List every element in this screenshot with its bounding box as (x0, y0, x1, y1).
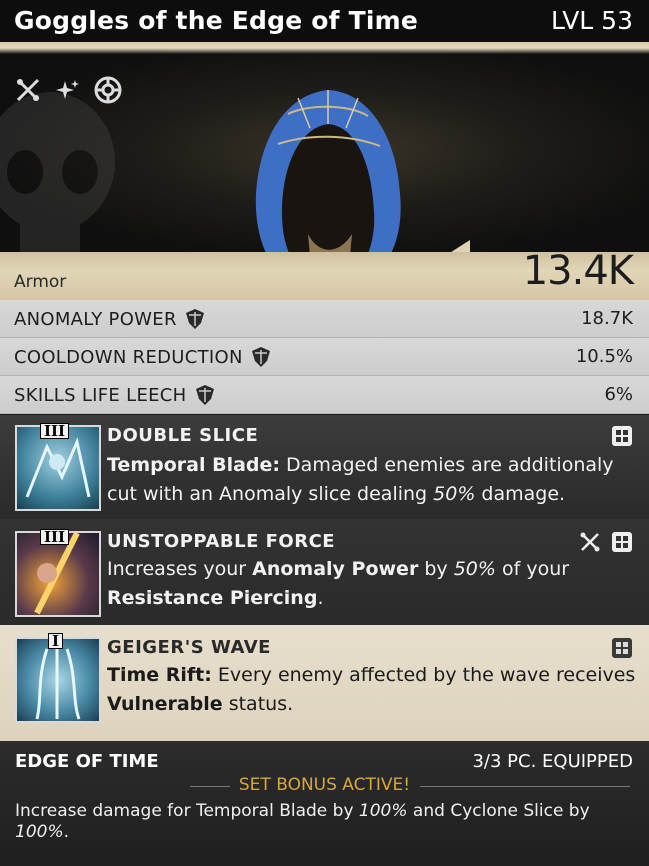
perk-tier: I (48, 633, 64, 649)
stat-value: 10.5% (575, 346, 633, 367)
grid-icon (612, 532, 632, 552)
stat-row: SKILLS LIFE LEECH 6% (0, 376, 649, 414)
perk-desc-emphasis: 50% (453, 558, 496, 580)
set-bonus-active: SET BONUS ACTIVE! (238, 775, 411, 795)
perk-desc-text: Increases your (107, 558, 253, 580)
crosshair-icon (94, 76, 122, 104)
perk-name: DOUBLE SLICE (107, 425, 259, 446)
set-desc-text: . (63, 822, 70, 842)
grid-icon (612, 426, 632, 446)
perk-unstoppable-force[interactable]: III UNSTOPPABLE FORCE Increases your Ano… (0, 519, 649, 625)
perk-desc-text: damage. (475, 483, 566, 505)
perk-description: Time Rift: Every enemy affected by the w… (107, 661, 637, 719)
perk-tier: III (40, 423, 70, 439)
perk-description: Increases your Anomaly Power by 50% of y… (107, 555, 637, 613)
stat-name: SKILLS LIFE LEECH (14, 384, 187, 406)
perk-desc-text: . (317, 587, 324, 609)
perk-tier: III (40, 529, 70, 545)
item-name: Goggles of the Edge of Time (14, 6, 419, 35)
stat-value: 6% (604, 384, 633, 405)
gem-shield-icon (185, 309, 204, 329)
perk-name: UNSTOPPABLE FORCE (107, 531, 336, 552)
gem-shield-icon (195, 385, 214, 405)
perk-desc-bold: Vulnerable (107, 693, 223, 715)
skull-watermark (0, 92, 115, 252)
perk-double-slice[interactable]: III DOUBLE SLICE Temporal Blade: Damaged… (0, 415, 649, 519)
set-bonus-description: Increase damage for Temporal Blade by 10… (15, 801, 635, 843)
divider (420, 786, 630, 787)
armor-label: Armor (14, 272, 67, 292)
perk-name: GEIGER'S WAVE (107, 637, 271, 658)
armor-bar: Armor 13.4K (0, 248, 649, 300)
perk-description: Temporal Blade: Damaged enemies are addi… (107, 451, 637, 509)
set-equipped-count: 3/3 PC. EQUIPPED (472, 751, 633, 772)
set-name: EDGE OF TIME (15, 751, 159, 772)
set-bonus-panel: EDGE OF TIME 3/3 PC. EQUIPPED SET BONUS … (0, 741, 649, 866)
stat-row: COOLDOWN REDUCTION 10.5% (0, 338, 649, 376)
stat-name: ANOMALY POWER (14, 308, 177, 330)
armor-value: 13.4K (522, 248, 634, 294)
set-desc-text: and Cyclone Slice by (407, 801, 590, 821)
item-hero: Armor 13.4K (0, 42, 649, 300)
set-desc-text: Increase damage for Temporal Blade by (15, 801, 359, 821)
crossed-tools-icon (580, 532, 600, 552)
sparkle-icon (54, 76, 82, 104)
stat-value: 18.7K (581, 308, 633, 329)
perk-desc-text: Every enemy affected by the wave receive… (211, 664, 636, 686)
perk-desc-text: of your (495, 558, 570, 580)
perk-desc-lead: Time Rift: (107, 664, 212, 686)
title-bar: Goggles of the Edge of Time LVL 53 (0, 0, 649, 42)
perk-desc-text: status. (222, 693, 294, 715)
set-desc-emphasis: 100% (358, 801, 408, 821)
crossed-tools-icon (14, 76, 42, 104)
perk-desc-bold: Resistance Piercing (107, 587, 318, 609)
grid-icon (612, 638, 632, 658)
item-level: LVL 53 (551, 6, 633, 35)
set-desc-emphasis: 100% (15, 822, 64, 842)
perk-desc-lead: Temporal Blade: (107, 454, 280, 476)
item-type-icons (14, 76, 122, 104)
stat-row: ANOMALY POWER 18.7K (0, 300, 649, 338)
perk-desc-text: by (418, 558, 454, 580)
perk-geigers-wave[interactable]: I GEIGER'S WAVE Time Rift: Every enemy a… (0, 625, 649, 741)
perk-desc-emphasis: 50% (433, 483, 476, 505)
gem-shield-icon (251, 347, 270, 367)
stat-name: COOLDOWN REDUCTION (14, 346, 243, 368)
perk-desc-bold: Anomaly Power (252, 558, 419, 580)
